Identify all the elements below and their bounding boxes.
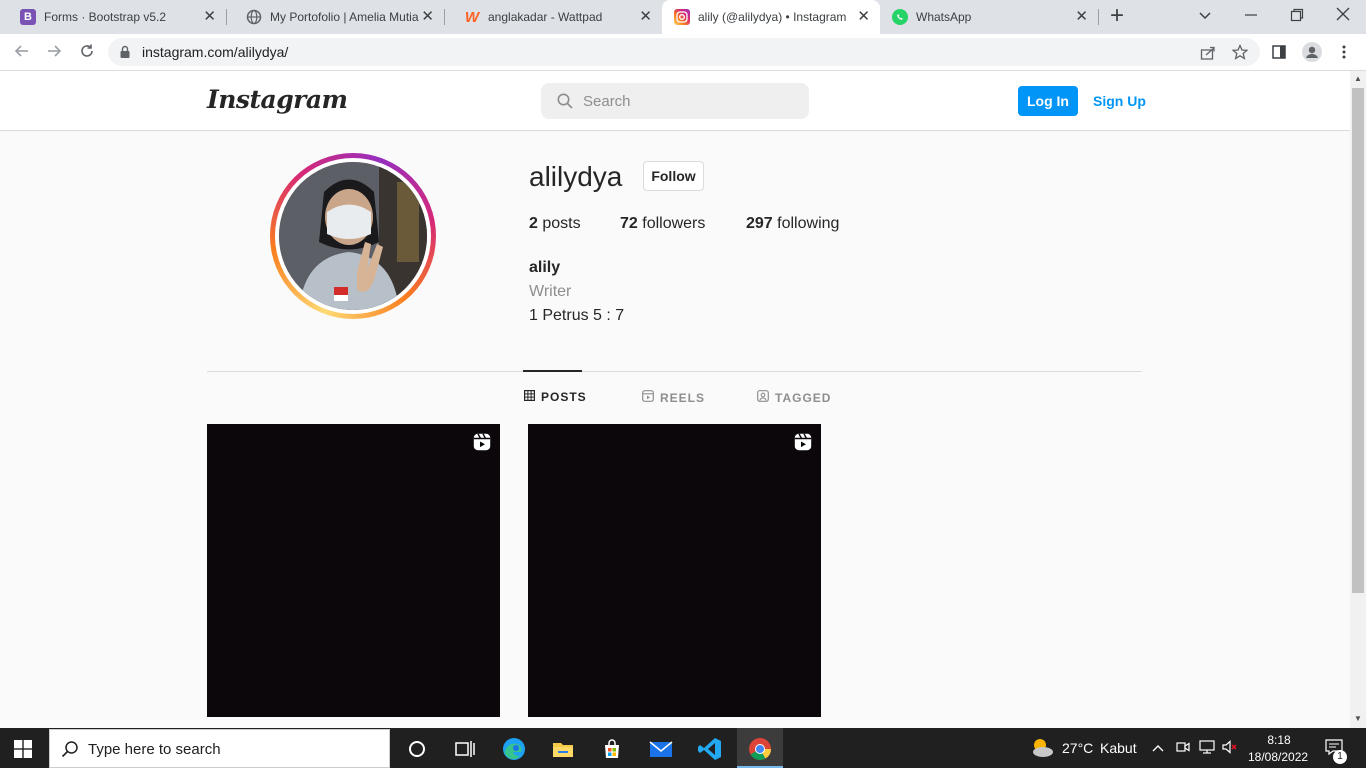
back-arrow-icon[interactable]	[12, 43, 32, 64]
close-tab-icon[interactable]: ✕	[203, 9, 216, 25]
microsoft-store-icon[interactable]	[599, 736, 625, 762]
instagram-logo[interactable]: Instagram	[207, 85, 348, 114]
browser-tab-strip: B Forms · Bootstrap v5.2 ✕ My Portofolio…	[0, 0, 1366, 34]
profile-photo	[279, 162, 427, 310]
cortana-icon[interactable]	[404, 736, 430, 762]
show-hidden-icons-icon[interactable]	[1152, 742, 1164, 756]
scroll-up-arrow-icon[interactable]: ▲	[1354, 74, 1362, 83]
active-tab-indicator	[523, 370, 582, 372]
reel-badge-icon	[473, 433, 491, 456]
wattpad-icon: W	[464, 8, 480, 26]
posts-count: 2	[529, 215, 538, 232]
browser-tab-active[interactable]: alily (@alilydya) • Instagram p ✕	[662, 0, 880, 34]
tab-reels-label: REELS	[660, 390, 706, 405]
reels-icon	[642, 390, 654, 405]
url-text[interactable]: instagram.com/alilydya/	[142, 44, 288, 60]
chrome-icon[interactable]	[747, 736, 773, 762]
posts-stat[interactable]: 2 posts	[529, 215, 581, 233]
tagged-icon	[757, 390, 769, 405]
tab-posts-label: POSTS	[541, 390, 587, 404]
tab-title: Forms · Bootstrap v5.2	[44, 10, 167, 24]
minimize-icon[interactable]	[1244, 8, 1258, 27]
close-tab-icon[interactable]: ✕	[1075, 9, 1088, 25]
following-count: 297	[746, 215, 773, 232]
clock-date[interactable]: 18/08/2022	[1248, 750, 1308, 764]
meet-now-icon[interactable]	[1176, 740, 1190, 757]
profile-category: Writer	[529, 283, 572, 300]
side-panel-icon[interactable]	[1272, 45, 1286, 64]
tab-title: alily (@alilydya) • Instagram p	[698, 10, 848, 24]
tab-tagged[interactable]: TAGGED	[757, 390, 831, 405]
menu-kebab-icon[interactable]	[1340, 44, 1348, 65]
file-explorer-icon[interactable]	[550, 736, 576, 762]
profile-bio: 1 Petrus 5 : 7	[529, 307, 625, 324]
search-input[interactable]	[583, 83, 803, 119]
windows-start-icon[interactable]	[14, 740, 32, 763]
taskbar-search-box[interactable]: Type here to search	[49, 729, 390, 768]
taskbar-search-placeholder: Type here to search	[88, 741, 221, 758]
tab-title: anglakadar - Wattpad	[488, 10, 603, 24]
vscode-icon[interactable]	[697, 736, 723, 762]
globe-icon	[246, 9, 262, 25]
login-button[interactable]: Log In	[1018, 86, 1078, 116]
lock-icon[interactable]	[119, 45, 131, 64]
followers-label: followers	[642, 215, 706, 232]
signup-link[interactable]: Sign Up	[1093, 93, 1146, 109]
volume-muted-icon[interactable]	[1222, 740, 1238, 757]
browser-tab[interactable]: B Forms · Bootstrap v5.2 ✕	[0, 0, 226, 34]
share-icon[interactable]	[1200, 45, 1216, 66]
weather-condition[interactable]: Kabut	[1100, 740, 1137, 756]
search-icon	[61, 740, 79, 763]
tab-search-icon[interactable]	[1197, 7, 1213, 28]
posts-label: posts	[542, 215, 581, 232]
reel-badge-icon	[794, 433, 812, 456]
instagram-icon	[674, 9, 690, 25]
follow-button[interactable]: Follow	[643, 161, 704, 191]
tab-tagged-label: TAGGED	[775, 390, 832, 405]
profile-full-name: alily	[529, 259, 561, 276]
following-label: following	[777, 215, 840, 232]
followers-count: 72	[620, 215, 638, 232]
forward-arrow-icon[interactable]	[44, 43, 64, 64]
clock-time[interactable]: 8:18	[1267, 733, 1291, 747]
following-stat[interactable]: 297 following	[746, 215, 839, 233]
network-icon[interactable]	[1199, 740, 1215, 757]
mail-icon[interactable]	[648, 736, 674, 762]
search-box[interactable]	[541, 83, 809, 119]
new-tab-button[interactable]: +	[1110, 4, 1124, 28]
weather-icon[interactable]	[1030, 737, 1054, 764]
grid-icon	[524, 390, 536, 404]
whatsapp-icon	[892, 9, 908, 25]
tab-title: My Portofolio | Amelia Mutia	[270, 10, 419, 24]
tab-title: WhatsApp	[916, 10, 972, 24]
task-view-icon[interactable]	[452, 736, 478, 762]
avatar[interactable]	[279, 162, 427, 310]
close-tab-icon[interactable]: ✕	[639, 9, 652, 25]
tabs-divider	[207, 371, 1142, 372]
tab-reels[interactable]: REELS	[642, 390, 705, 405]
close-window-icon[interactable]	[1336, 7, 1350, 26]
browser-tab[interactable]: My Portofolio | Amelia Mutia ✕	[226, 0, 444, 34]
restore-icon[interactable]	[1290, 8, 1304, 27]
browser-tab[interactable]: W anglakadar - Wattpad ✕	[444, 0, 662, 34]
scroll-down-arrow-icon[interactable]: ▼	[1354, 714, 1362, 723]
post-thumbnail[interactable]	[207, 424, 500, 717]
scrollbar-thumb[interactable]	[1352, 88, 1364, 593]
profile-avatar-icon[interactable]	[1302, 42, 1322, 62]
browser-tab[interactable]: WhatsApp ✕	[880, 0, 1098, 34]
close-tab-icon[interactable]: ✕	[421, 9, 434, 25]
reload-icon[interactable]	[77, 43, 97, 64]
post-thumbnail[interactable]	[528, 424, 821, 717]
search-icon	[557, 93, 573, 114]
edge-icon[interactable]	[501, 736, 527, 762]
bootstrap-icon: B	[20, 9, 36, 25]
close-tab-icon[interactable]: ✕	[857, 9, 870, 25]
profile-username: alilydya	[529, 161, 623, 192]
bookmark-star-icon[interactable]	[1231, 43, 1249, 65]
tab-separator	[1098, 9, 1099, 25]
weather-temperature[interactable]: 27°C	[1062, 740, 1093, 756]
followers-stat[interactable]: 72 followers	[620, 215, 705, 233]
notification-count-badge[interactable]: 1	[1333, 750, 1347, 764]
tab-posts[interactable]: POSTS	[524, 390, 587, 404]
